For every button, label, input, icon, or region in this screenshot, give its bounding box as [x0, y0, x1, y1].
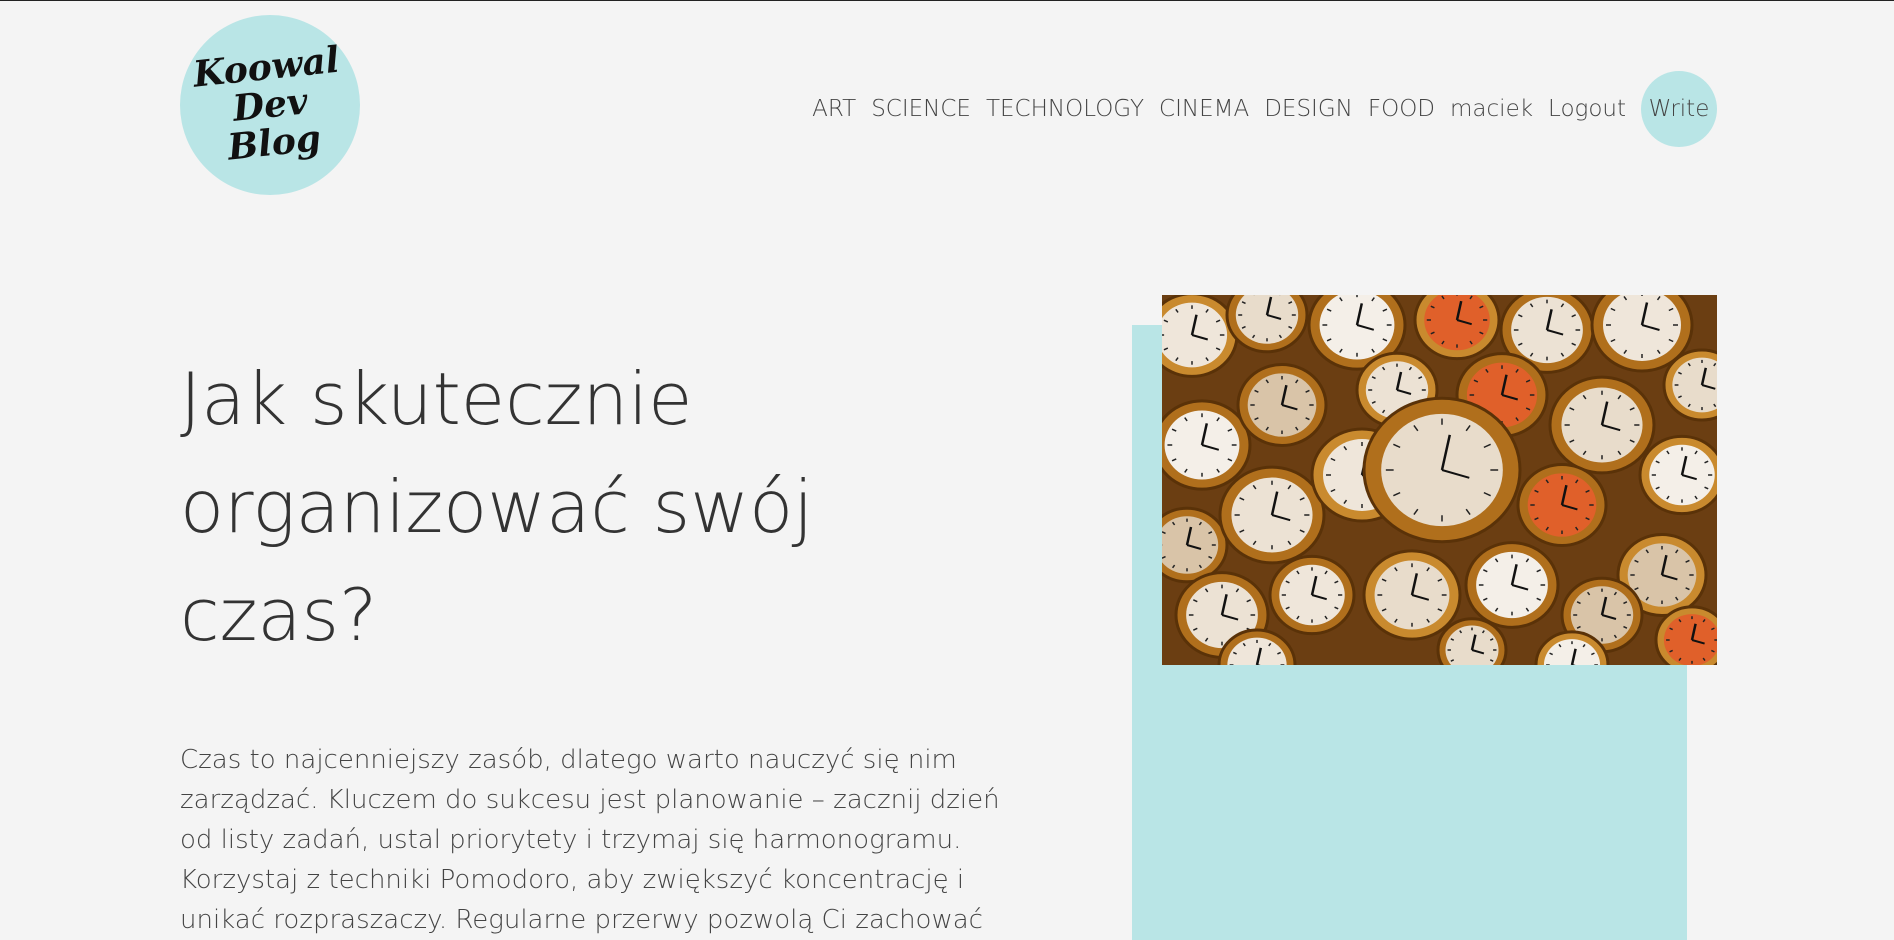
nav-link-science[interactable]: SCIENCE [871, 96, 971, 122]
clock-icon [1236, 363, 1328, 447]
post-image[interactable] [1162, 295, 1717, 665]
clock-icon [1464, 541, 1560, 629]
clock-icon [1516, 463, 1608, 547]
clock-icon [1268, 554, 1356, 636]
clock-icon [1162, 295, 1239, 378]
nav-link-cinema[interactable]: CINEMA [1159, 96, 1249, 122]
clock-icon [1162, 506, 1229, 584]
top-border-line [0, 0, 1894, 1]
clock-icon [1548, 375, 1656, 475]
clock-icon [1218, 465, 1326, 565]
clock-icon [1362, 549, 1462, 641]
clock-icon [1362, 396, 1522, 544]
clock-icon [1162, 399, 1252, 491]
nav-link-art[interactable]: ART [812, 96, 856, 122]
nav-link-food[interactable]: FOOD [1368, 96, 1435, 122]
clock-icon [1638, 434, 1717, 516]
melting-clocks-illustration [1162, 295, 1717, 665]
write-button[interactable]: Write [1641, 71, 1717, 147]
navbar: Koowal Dev Blog ART SCIENCE TECHNOLOGY C… [180, 15, 1717, 195]
username-label: maciek [1450, 96, 1534, 122]
nav-link-technology[interactable]: TECHNOLOGY [986, 96, 1144, 122]
logo-text: Koowal Dev Blog [190, 38, 342, 169]
nav-link-design[interactable]: DESIGN [1264, 96, 1353, 122]
logo[interactable]: Koowal Dev Blog [180, 15, 360, 195]
logout-link[interactable]: Logout [1548, 96, 1626, 122]
post-description: Czas to najcenniejszy zasób, dlatego war… [180, 745, 1000, 935]
nav-links: ART SCIENCE TECHNOLOGY CINEMA DESIGN FOO… [812, 71, 1717, 147]
clock-icon [1413, 295, 1501, 361]
post-title[interactable]: Jak skutecznie organizować swój czas? [180, 345, 940, 669]
